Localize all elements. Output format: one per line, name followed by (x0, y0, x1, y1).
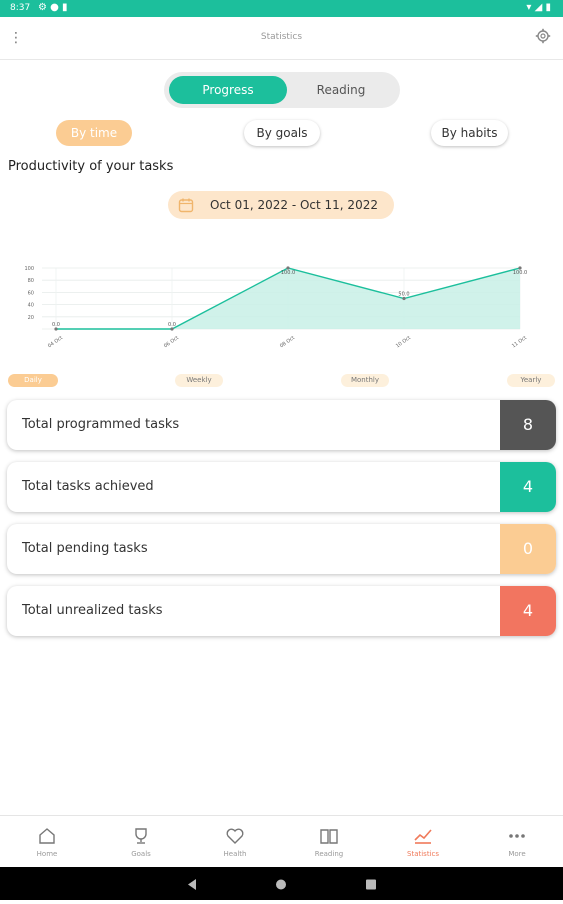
system-nav-bar (0, 867, 563, 900)
filter-by-goals[interactable]: By goals (244, 120, 320, 146)
calendar-icon (178, 198, 194, 213)
stat-value: 0 (500, 524, 556, 574)
system-icons: ▾ ◢ ▮ (526, 2, 551, 13)
app-bar: ⋮ Statistics (0, 17, 563, 60)
back-icon[interactable] (188, 879, 196, 890)
y-tick-label: 100 (24, 266, 34, 272)
data-label: 50.0 (398, 292, 409, 298)
filter-by-habits[interactable]: By habits (431, 120, 508, 146)
nav-label: More (508, 850, 526, 858)
stat-card-programmed: Total programmed tasks 8 (7, 400, 556, 450)
data-label: 100.0 (281, 270, 295, 276)
home-icon (39, 828, 55, 844)
stat-label: Total tasks achieved (22, 479, 154, 494)
data-label: 100.0 (513, 270, 527, 276)
stat-card-achieved: Total tasks achieved 4 (7, 462, 556, 512)
status-bar: 8:37 ⚙ ● ▮ ▾ ◢ ▮ (0, 0, 563, 17)
x-tick-label: 10 Oct (395, 335, 412, 349)
nav-health[interactable]: Health (188, 816, 282, 868)
stat-label: Total programmed tasks (22, 417, 180, 432)
stat-label: Total pending tasks (22, 541, 148, 556)
trophy-icon (135, 828, 147, 844)
recents-icon[interactable] (366, 879, 376, 890)
period-monthly[interactable]: Monthly (341, 374, 389, 387)
status-time: 8:37 (10, 3, 31, 13)
stat-value: 4 (500, 586, 556, 636)
stat-value: 4 (500, 462, 556, 512)
series-area (56, 268, 520, 329)
home-button-icon[interactable] (276, 879, 286, 890)
y-tick-label: 20 (28, 315, 34, 321)
nav-label: Reading (314, 850, 344, 858)
stat-card-pending: Total pending tasks 0 (7, 524, 556, 574)
x-tick-label: 04 Oct (47, 335, 64, 349)
x-tick-label: 11 Oct (511, 335, 528, 349)
heart-icon (226, 828, 244, 844)
y-tick-label: 40 (28, 303, 34, 309)
x-tick-label: 08 Oct (279, 335, 296, 349)
chart-icon (414, 829, 432, 844)
date-range-picker[interactable]: Oct 01, 2022 - Oct 11, 2022 (168, 191, 394, 219)
data-label: 0.0 (52, 322, 60, 328)
period-weekly[interactable]: Weekly (175, 374, 223, 387)
section-title: Productivity of your tasks (8, 159, 174, 174)
stat-label: Total unrealized tasks (22, 603, 163, 618)
segmented-control: Progress Reading (164, 72, 400, 108)
nav-label: Home (36, 850, 58, 858)
productivity-chart: 100 80 60 40 20 0.0 04 Oct 0.0 06 Oct 100.0 08 Oct… (24, 266, 528, 349)
stat-card-unrealized: Total unrealized tasks 4 (7, 586, 556, 636)
bottom-nav: Home Goals Health Reading Statistics Mor… (0, 815, 563, 867)
gear-icon[interactable] (535, 28, 551, 44)
tab-reading[interactable]: Reading (287, 76, 395, 104)
nav-more[interactable]: More (470, 816, 563, 868)
tab-progress[interactable]: Progress (169, 76, 287, 104)
nav-statistics[interactable]: Statistics (376, 816, 470, 868)
nav-label: Goals (131, 850, 151, 858)
nav-label: Statistics (407, 850, 439, 858)
y-tick-label: 60 (28, 290, 34, 296)
nav-goals[interactable]: Goals (94, 816, 188, 868)
book-icon (320, 829, 338, 844)
stat-value: 8 (500, 400, 556, 450)
nav-reading[interactable]: Reading (282, 816, 376, 868)
nav-label: Health (223, 850, 247, 858)
date-range-text: Oct 01, 2022 - Oct 11, 2022 (210, 198, 378, 212)
period-yearly[interactable]: Yearly (507, 374, 555, 387)
notification-icons: ⚙ ● ▮ (38, 2, 68, 13)
period-daily[interactable]: Daily (8, 374, 58, 387)
x-tick-label: 06 Oct (163, 335, 180, 349)
more-icon (509, 834, 525, 838)
nav-home[interactable]: Home (0, 816, 94, 868)
filter-by-time[interactable]: By time (56, 120, 132, 146)
y-tick-label: 80 (28, 278, 34, 284)
page-title: Statistics (260, 32, 303, 42)
data-label: 0.0 (168, 322, 176, 328)
